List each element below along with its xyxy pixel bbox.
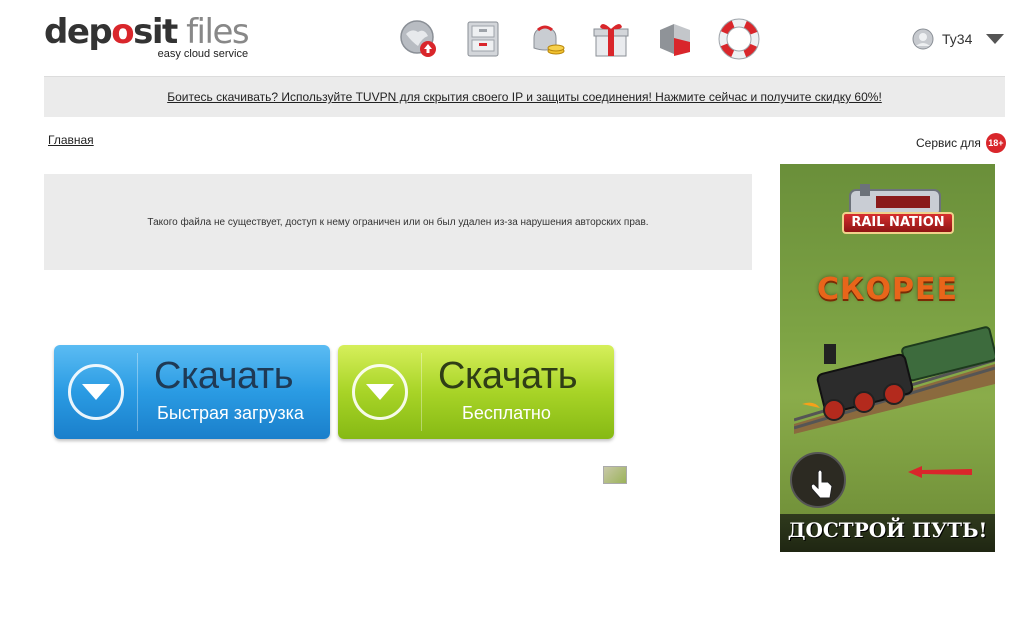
fast-download-title: Скачать: [154, 355, 294, 397]
logo-text-dep: dep: [44, 12, 113, 52]
free-download-title: Скачать: [438, 355, 578, 397]
hand-pointer-icon: [790, 452, 846, 508]
site-logo[interactable]: deposit files easy cloud service: [44, 12, 250, 60]
small-image-icon[interactable]: [603, 466, 627, 484]
service-label: Сервис для: [916, 136, 981, 150]
promo-banner: Боитесь скачивать? Используйте TUVPN для…: [44, 76, 1005, 117]
download-arrow-icon: [352, 364, 408, 420]
top-nav: [398, 18, 760, 60]
ad-headline: СКОРЕЕ: [816, 272, 958, 307]
red-arrow-icon: [908, 466, 972, 478]
logo-text-files: files: [186, 12, 250, 52]
files-cabinet-icon[interactable]: [462, 18, 504, 60]
ad-cta: ДОСТРОЙ ПУТЬ!: [787, 518, 988, 542]
logo-text-o: o: [111, 12, 134, 52]
fast-download-button[interactable]: Скачать Быстрая загрузка: [54, 345, 330, 439]
rail-nation-ad[interactable]: RAIL NATION СКОРЕЕ ДОСТРОЙ ПУТЬ!: [780, 164, 995, 552]
service-age-label: Сервис для 18+: [916, 133, 1006, 153]
fast-download-subtitle: Быстрая загрузка: [157, 403, 304, 423]
file-not-found-message: Такого файла не существует, доступ к нем…: [44, 174, 752, 270]
logo-text-sit: sit: [133, 12, 178, 52]
steam-train-icon: [794, 326, 995, 434]
gift-icon[interactable]: [590, 18, 632, 60]
lifebuoy-help-icon[interactable]: [718, 18, 760, 60]
ad-brand: RAIL NATION: [842, 212, 954, 234]
user-avatar-icon: [912, 28, 934, 50]
age-restriction-badge: 18+: [985, 133, 1006, 153]
wallet-coins-icon[interactable]: [526, 18, 568, 60]
download-arrow-icon: [68, 364, 124, 420]
gold-account-icon[interactable]: [654, 18, 696, 60]
user-name: Ty34: [942, 31, 973, 47]
chevron-down-icon[interactable]: [986, 34, 1005, 44]
promo-banner-link[interactable]: Боитесь скачивать? Используйте TUVPN для…: [167, 90, 882, 104]
message-text: Такого файла не существует, доступ к нем…: [147, 216, 649, 228]
upload-icon[interactable]: [398, 18, 440, 60]
free-download-button[interactable]: Скачать Бесплатно: [338, 345, 614, 439]
user-menu[interactable]: Ty34: [912, 28, 1005, 50]
breadcrumb-home-link[interactable]: Главная: [48, 133, 94, 147]
free-download-subtitle: Бесплатно: [462, 403, 551, 423]
